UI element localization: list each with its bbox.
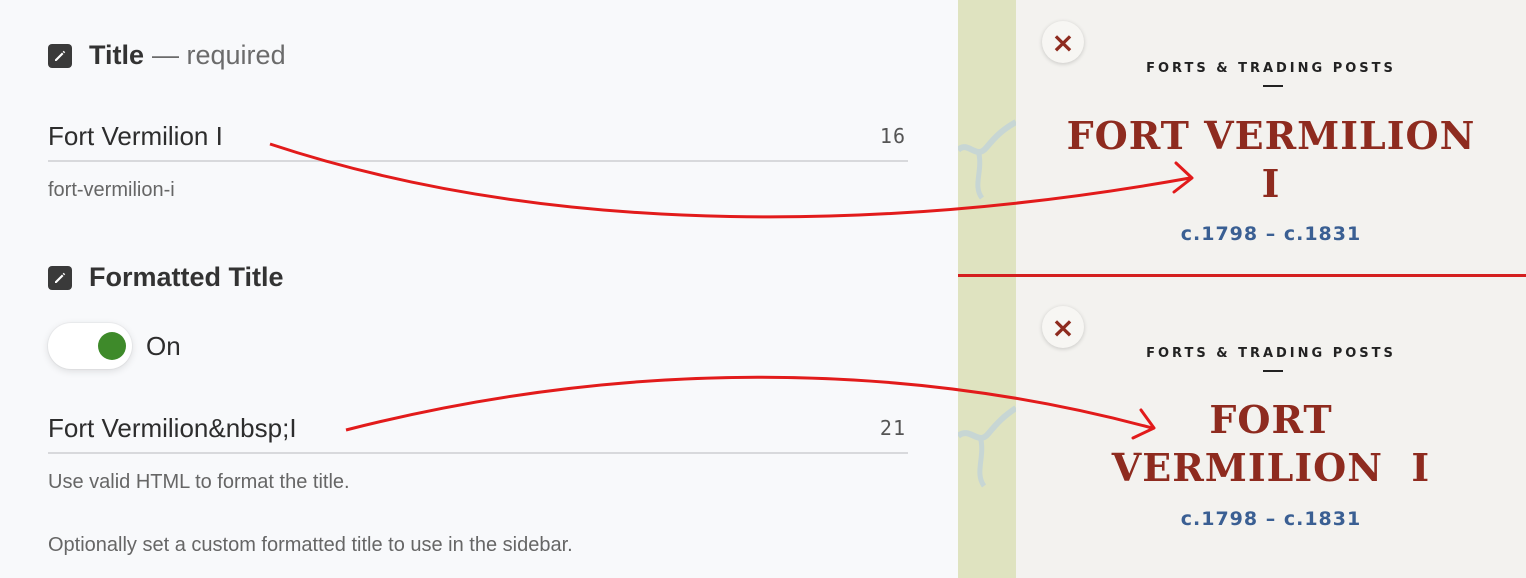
formatted-title-input[interactable]: Fort Vermilion&nbsp;I 21 — [48, 404, 908, 454]
edit-form: Title — required Fort Vermilion I 16 for… — [0, 0, 958, 578]
preview-card-formatted: × FORTS & TRADING POSTS FORT VERMILION I… — [958, 276, 1526, 578]
pencil-icon — [48, 43, 72, 68]
preview-title-line-2: VERMILION I — [1111, 445, 1431, 490]
preview-dates: c.1798 – c.1831 — [1180, 508, 1362, 530]
title-input-value: Fort Vermilion I — [48, 120, 223, 151]
title-input[interactable]: Fort Vermilion I 16 — [48, 112, 908, 162]
preview-divider — [958, 274, 1526, 277]
pencil-icon — [48, 265, 72, 290]
preview-dash — [1263, 85, 1283, 87]
map-strip — [958, 276, 1016, 578]
title-section-header: Title — required — [48, 40, 286, 71]
preview-eyebrow: FORTS & TRADING POSTS — [1146, 61, 1396, 76]
title-required-label: — required — [152, 40, 286, 70]
preview-title-line-2: I — [1261, 161, 1281, 206]
formatted-title-toggle[interactable] — [48, 323, 132, 369]
preview-dash — [1263, 370, 1283, 372]
toggle-label: On — [146, 330, 181, 361]
formatted-title-heading: Formatted Title — [89, 262, 284, 292]
preview-card-plain: × FORTS & TRADING POSTS FORT VERMILION I… — [958, 0, 1526, 276]
title-heading: Title — [89, 40, 145, 70]
preview-eyebrow: FORTS & TRADING POSTS — [1146, 346, 1396, 361]
close-icon[interactable]: × — [1042, 21, 1084, 63]
formatted-title-section-header: Formatted Title — [48, 262, 284, 293]
formatted-title-note: Optionally set a custom formatted title … — [48, 534, 573, 556]
formatted-title-hint: Use valid HTML to format the title. — [48, 471, 350, 493]
preview-title-line-1: FORT VERMILION — [1066, 113, 1476, 158]
toggle-knob — [98, 332, 126, 360]
preview-card-body: × FORTS & TRADING POSTS FORT VERMILION I… — [1016, 276, 1526, 578]
preview-title-line-1: FORT — [1209, 397, 1333, 442]
sidebar-preview-pane: × FORTS & TRADING POSTS FORT VERMILION I… — [958, 0, 1526, 578]
close-icon[interactable]: × — [1042, 306, 1084, 348]
map-strip — [958, 0, 1016, 276]
preview-dates: c.1798 – c.1831 — [1180, 223, 1362, 245]
formatted-title-char-count: 21 — [879, 416, 906, 440]
preview-card-body: × FORTS & TRADING POSTS FORT VERMILION I… — [1016, 0, 1526, 276]
formatted-title-input-value: Fort Vermilion&nbsp;I — [48, 412, 297, 443]
title-slug: fort-vermilion-i — [48, 179, 175, 201]
title-char-count: 16 — [879, 124, 906, 148]
formatted-title-toggle-row: On — [48, 323, 181, 369]
